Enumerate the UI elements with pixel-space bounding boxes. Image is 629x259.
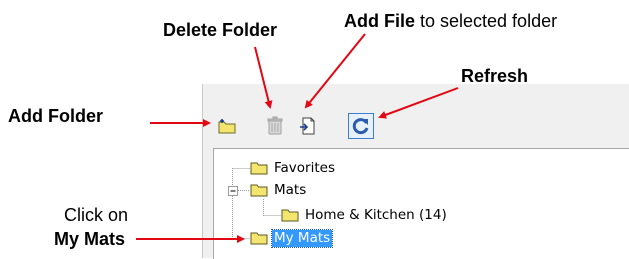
arrow-add-file: [304, 33, 366, 109]
arrow-refresh: [378, 87, 459, 119]
annotation-arrows: [136, 33, 459, 243]
arrow-delete-folder: [254, 46, 273, 109]
